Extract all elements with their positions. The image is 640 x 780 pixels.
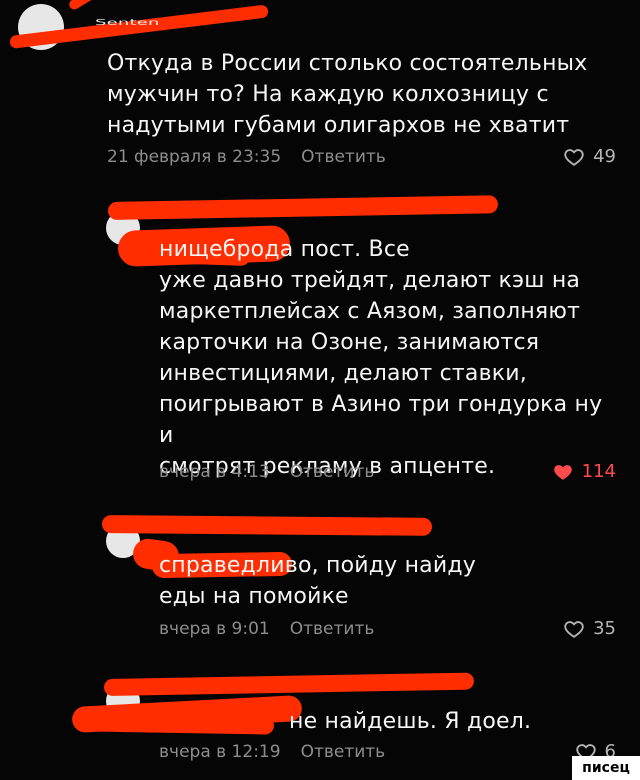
like-count: 114	[581, 461, 616, 482]
comment-meta: вчера в 12:19 Ответить	[159, 741, 385, 763]
author-redaction	[103, 672, 475, 696]
comment-time: вчера в 9:01	[159, 619, 270, 639]
author-name[interactable]: Senten	[95, 19, 160, 27]
reply-button[interactable]: Ответить	[301, 147, 386, 167]
reply-button[interactable]: Ответить	[290, 462, 375, 482]
comment-meta: вчера в 9:01 Ответить	[159, 618, 374, 640]
comment-time: 21 февраля в 23:35	[107, 147, 282, 167]
like-button[interactable]: 114	[552, 461, 616, 483]
heart-filled-icon	[553, 465, 572, 480]
author-redaction	[107, 195, 499, 220]
heart-icon	[564, 149, 584, 166]
author-redaction	[101, 515, 433, 536]
reply-button[interactable]: Ответить	[301, 742, 386, 762]
mention-redaction	[85, 713, 275, 735]
comment-meta: вчера в 4:13 Ответить	[159, 461, 374, 483]
comment-text: нищеброда пост. Все уже давно трейдят, д…	[159, 237, 603, 479]
comment-meta: 21 февраля в 23:35 Ответить	[107, 146, 386, 168]
comment-text: не найдешь. Я доел.	[289, 709, 532, 734]
comment-text: Откуда в России столько состоятельных му…	[107, 51, 588, 138]
reply-button[interactable]: Ответить	[290, 619, 375, 639]
watermark: писец	[572, 756, 640, 780]
comment-text: справедливо, пойду найду еды на помойке	[159, 553, 476, 609]
like-button[interactable]: 35	[563, 618, 616, 640]
like-button[interactable]: 49	[563, 146, 616, 168]
comment-time: вчера в 12:19	[159, 742, 281, 762]
like-count: 49	[593, 146, 616, 167]
like-count: 35	[593, 618, 616, 639]
heart-icon	[564, 621, 584, 638]
comment-time: вчера в 4:13	[159, 462, 270, 482]
author-redaction	[67, 0, 191, 12]
comments-screen: Senten Откуда в России столько состоятел…	[0, 0, 640, 780]
